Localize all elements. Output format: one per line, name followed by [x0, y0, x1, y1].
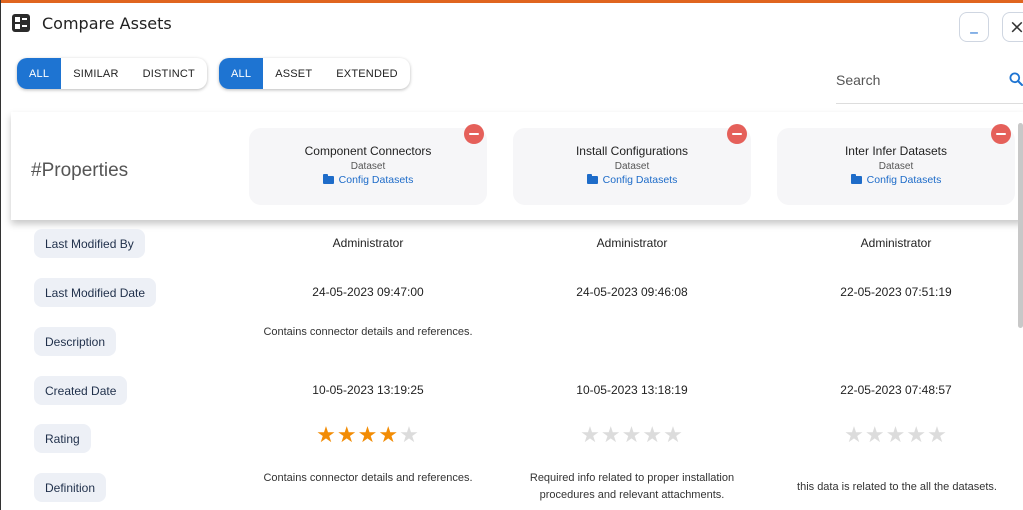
properties-heading: #Properties	[31, 160, 129, 181]
property-label: Created Date	[34, 376, 128, 405]
asset-card[interactable]: Install Configurations Dataset Config Da…	[513, 128, 751, 205]
match-filter-group: ALL SIMILAR DISTINCT	[17, 58, 207, 89]
star-empty-icon[interactable]: ★	[642, 423, 663, 448]
property-value: 10-05-2023 13:19:25	[312, 383, 424, 397]
property-value: Contains connector details and reference…	[263, 472, 473, 484]
star-rating[interactable]: ★★★★★	[512, 423, 752, 448]
star-empty-icon[interactable]: ★	[622, 423, 643, 448]
compare-assets-window: Compare Assets _ × ALL SIMILAR DISTINCT …	[0, 0, 1023, 510]
star-empty-icon[interactable]: ★	[601, 423, 622, 448]
remove-asset-button[interactable]	[464, 124, 484, 144]
asset-folder-link[interactable]: Config Datasets	[249, 174, 487, 186]
star-rating[interactable]: ★★★★★	[248, 423, 488, 448]
asset-type: Dataset	[878, 161, 914, 172]
property-value: 24-05-2023 09:47:00	[312, 285, 424, 299]
scope-asset-button[interactable]: ASSET	[263, 58, 324, 89]
property-value: this data is related to the all the data…	[797, 481, 997, 493]
asset-name[interactable]: Component Connectors	[249, 144, 487, 158]
star-empty-icon[interactable]: ★	[663, 423, 684, 448]
star-rating[interactable]: ★★★★★	[776, 423, 1016, 448]
asset-type: Dataset	[350, 161, 386, 172]
property-value: Contains connector details and reference…	[263, 326, 473, 338]
remove-asset-button[interactable]	[727, 124, 747, 144]
scope-extended-button[interactable]: EXTENDED	[324, 58, 410, 89]
asset-type: Dataset	[614, 161, 650, 172]
star-empty-icon[interactable]: ★	[927, 423, 948, 448]
star-empty-icon[interactable]: ★	[865, 423, 886, 448]
property-label: Last Modified Date	[34, 278, 157, 307]
filter-distinct-button[interactable]: DISTINCT	[131, 58, 207, 89]
property-label: Description	[34, 327, 117, 356]
property-label: Rating	[34, 424, 91, 453]
search-underline	[836, 103, 1023, 104]
asset-card[interactable]: Inter Infer Datasets Dataset Config Data…	[777, 128, 1015, 205]
property-label: Last Modified By	[34, 229, 145, 258]
scope-filter-group: ALL ASSET EXTENDED	[219, 58, 410, 89]
star-empty-icon[interactable]: ★	[399, 423, 420, 448]
asset-folder-link[interactable]: Config Datasets	[513, 174, 751, 186]
asset-name[interactable]: Inter Infer Datasets	[777, 144, 1015, 158]
star-empty-icon[interactable]: ★	[580, 423, 601, 448]
folder-icon	[322, 174, 334, 184]
filter-all-button[interactable]: ALL	[17, 58, 62, 89]
search-input[interactable]: Search	[836, 72, 880, 88]
property-value: 22-05-2023 07:51:19	[840, 285, 952, 299]
star-filled-icon[interactable]: ★	[358, 423, 379, 448]
scope-all-button[interactable]: ALL	[219, 58, 264, 89]
star-filled-icon[interactable]: ★	[378, 423, 399, 448]
folder-icon	[586, 174, 598, 184]
star-empty-icon[interactable]: ★	[906, 423, 927, 448]
compare-icon	[12, 14, 30, 32]
asset-folder-name: Config Datasets	[866, 174, 942, 186]
filter-similar-button[interactable]: SIMILAR	[61, 58, 130, 89]
asset-card[interactable]: Component Connectors Dataset Config Data…	[249, 128, 487, 205]
asset-folder-name: Config Datasets	[338, 174, 414, 186]
property-value: 22-05-2023 07:48:57	[840, 383, 952, 397]
asset-folder-link[interactable]: Config Datasets	[777, 174, 1015, 186]
property-value: Administrator	[596, 236, 668, 250]
property-value: Required info related to proper installa…	[529, 472, 735, 501]
minimize-button[interactable]: _	[959, 12, 989, 42]
star-empty-icon[interactable]: ★	[886, 423, 907, 448]
star-filled-icon[interactable]: ★	[337, 423, 358, 448]
property-value: Administrator	[332, 236, 404, 250]
close-button[interactable]: ×	[1002, 12, 1023, 42]
remove-asset-button[interactable]	[991, 124, 1011, 144]
property-value: 10-05-2023 13:18:19	[576, 383, 688, 397]
star-filled-icon[interactable]: ★	[316, 423, 337, 448]
property-value: 24-05-2023 09:46:08	[576, 285, 688, 299]
property-label: Definition	[34, 473, 107, 502]
window-title: Compare Assets	[42, 14, 172, 33]
asset-name[interactable]: Install Configurations	[513, 144, 751, 158]
star-empty-icon[interactable]: ★	[844, 423, 865, 448]
asset-folder-name: Config Datasets	[602, 174, 678, 186]
search-icon[interactable]	[1009, 72, 1023, 86]
folder-icon	[850, 174, 862, 184]
scrollbar[interactable]	[1018, 123, 1023, 328]
window-header: Compare Assets _ ×	[1, 3, 1023, 47]
property-value: Administrator	[860, 236, 932, 250]
